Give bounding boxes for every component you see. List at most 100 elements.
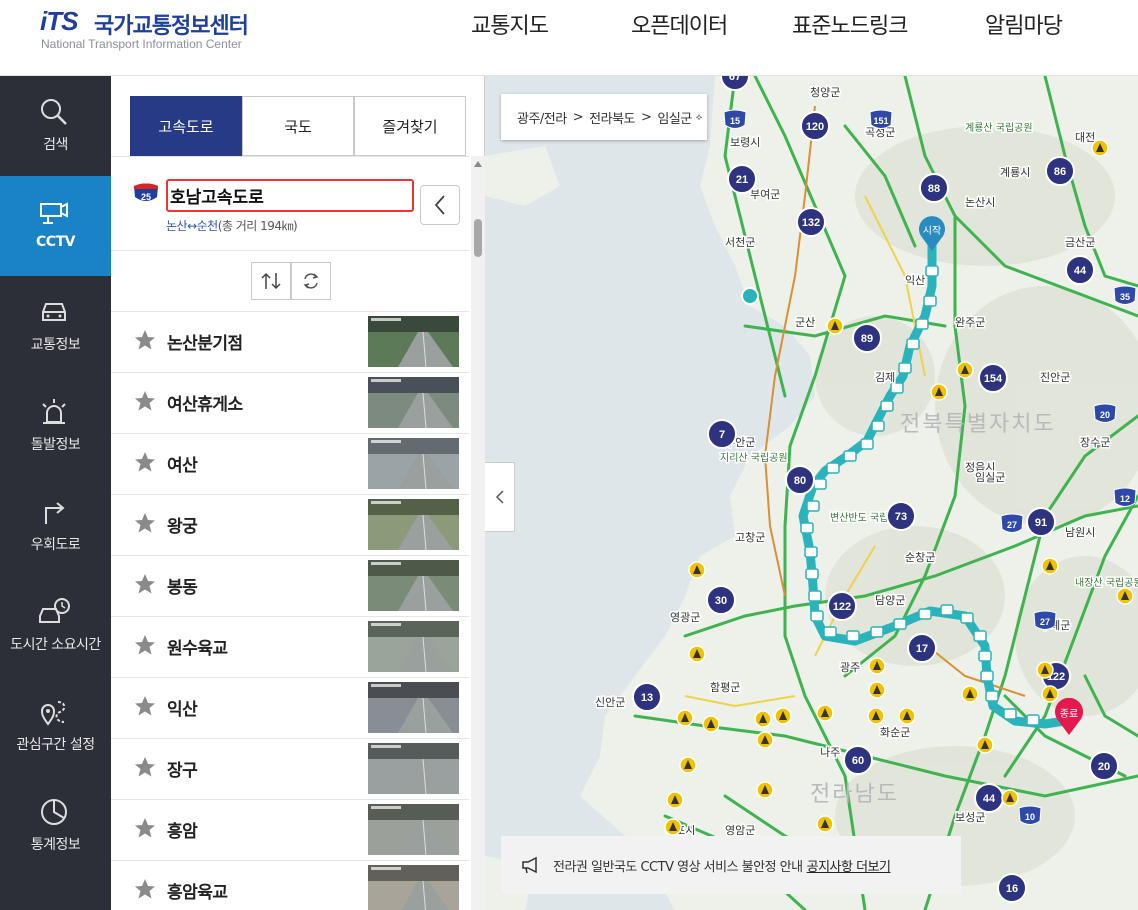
sidebar-item-travel-time[interactable]: 도시간 소요시간 <box>0 576 111 676</box>
start-marker[interactable]: 시작 <box>917 216 947 252</box>
breadcrumb-region[interactable]: 광주/전라 <box>517 108 567 127</box>
cctv-map-marker[interactable] <box>808 590 822 602</box>
scroll-thumb[interactable] <box>474 219 482 257</box>
national-road-badge: 21 <box>727 164 757 194</box>
sidebar-item-detour[interactable]: 우회도로 <box>0 476 111 576</box>
sidebar-item-traffic[interactable]: 교통정보 <box>0 276 111 376</box>
cctv-thumbnail[interactable] <box>368 560 459 611</box>
route-back-button[interactable] <box>420 185 460 225</box>
cctv-map-marker[interactable] <box>826 462 840 474</box>
favorite-star-icon[interactable] <box>134 573 156 595</box>
nav-notice[interactable]: 알림마당 <box>985 8 1063 40</box>
expressway-badge: 15 <box>723 109 747 129</box>
cctv-thumbnail[interactable] <box>368 438 459 489</box>
cctv-map-marker[interactable] <box>1003 708 1017 720</box>
tab-favorites[interactable]: 즐겨찾기 <box>354 96 466 156</box>
cctv-thumbnail[interactable] <box>368 804 459 855</box>
nav-traffic-map[interactable]: 교통지도 <box>471 8 549 40</box>
cctv-map-marker[interactable] <box>805 568 819 580</box>
cctv-thumbnail[interactable] <box>368 865 459 910</box>
tab-expressway[interactable]: 고속도로 <box>130 96 242 156</box>
cctv-map-marker[interactable] <box>918 608 932 620</box>
cctv-map-marker[interactable] <box>923 295 937 307</box>
cctv-map-marker[interactable] <box>806 500 820 512</box>
cctv-map-marker[interactable] <box>915 318 929 330</box>
favorite-star-icon[interactable] <box>134 756 156 778</box>
cctv-list-item[interactable]: 여산 <box>111 434 469 495</box>
cctv-list-item[interactable]: 흥암육교 <box>111 861 469 910</box>
city-label: 함평군 <box>710 681 740 694</box>
cctv-map-marker[interactable] <box>846 630 860 642</box>
cctv-list-item[interactable]: 논산분기점 <box>111 312 469 373</box>
cctv-map-marker[interactable] <box>810 610 824 622</box>
breadcrumb-county[interactable]: 임실군 <box>657 108 692 127</box>
cctv-list-item[interactable]: 익산 <box>111 678 469 739</box>
cctv-map-marker[interactable] <box>813 478 827 490</box>
sidebar-item-interest-section[interactable]: 관심구간 설정 <box>0 676 111 776</box>
favorite-star-icon[interactable] <box>134 329 156 351</box>
favorite-star-icon[interactable] <box>134 390 156 412</box>
cctv-map-marker[interactable] <box>973 630 987 642</box>
cctv-list-item[interactable]: 봉동 <box>111 556 469 617</box>
breadcrumb-expand-icon[interactable]: ⟡ <box>696 112 703 123</box>
map-breadcrumb[interactable]: 광주/전라 > 전라북도 > 임실군 ⟡ <box>501 94 707 140</box>
cctv-map-marker[interactable] <box>800 522 814 534</box>
cctv-map-marker[interactable] <box>925 265 939 277</box>
cctv-map-marker[interactable] <box>898 362 912 374</box>
cctv-list-item[interactable]: 장구 <box>111 739 469 800</box>
sidebar-item-search[interactable]: 검색 <box>0 76 111 176</box>
cctv-map-marker[interactable] <box>978 650 992 662</box>
end-marker[interactable]: 종료 <box>1053 698 1085 736</box>
favorite-star-icon[interactable] <box>134 512 156 534</box>
favorite-star-icon[interactable] <box>134 817 156 839</box>
cctv-map-marker[interactable] <box>860 438 874 450</box>
cctv-thumbnail[interactable] <box>368 316 459 367</box>
panel-scrollbar[interactable] <box>471 156 485 910</box>
panel-collapse-button[interactable] <box>485 462 515 532</box>
cctv-map-marker[interactable] <box>823 626 837 638</box>
nav-open-data[interactable]: 오픈데이터 <box>631 8 728 40</box>
cctv-thumbnail[interactable] <box>368 682 459 733</box>
cctv-map-marker[interactable] <box>1026 714 1040 726</box>
cctv-map-marker[interactable] <box>980 670 994 682</box>
notice-more-link[interactable]: 공지사항 더보기 <box>807 856 891 875</box>
cctv-map-marker[interactable] <box>870 626 884 638</box>
sidebar-item-cctv[interactable]: CCTV <box>0 176 111 276</box>
sidebar-item-statistics[interactable]: 통계정보 <box>0 776 111 876</box>
cctv-list-item[interactable]: 흥암 <box>111 800 469 861</box>
breadcrumb-province[interactable]: 전라북도 <box>589 108 635 127</box>
favorite-star-icon[interactable] <box>134 451 156 473</box>
cctv-map-marker[interactable] <box>960 612 974 624</box>
favorite-star-icon[interactable] <box>134 695 156 717</box>
cctv-thumbnail[interactable] <box>368 499 459 550</box>
cctv-thumbnail[interactable] <box>368 377 459 428</box>
cctv-map-marker[interactable] <box>880 400 894 412</box>
reverse-direction-button[interactable] <box>251 262 291 300</box>
expressway-badge: 35 <box>1113 285 1137 305</box>
city-label: 장수군 <box>1080 436 1110 449</box>
nav-standard-node-link[interactable]: 표준노드링크 <box>792 8 908 40</box>
cctv-map-marker[interactable] <box>871 420 885 432</box>
cctv-map-marker[interactable] <box>940 604 954 616</box>
favorite-star-icon[interactable] <box>134 634 156 656</box>
sidebar-item-incident[interactable]: 돌발정보 <box>0 376 111 476</box>
cctv-map-marker[interactable] <box>843 450 857 462</box>
traffic-map[interactable]: 전북특별자치도 전라남도 논산시 대전 계룡시 익산 완주군 김제 진안군 정읍시 장수군 임실군… <box>485 76 1138 910</box>
cctv-map-marker[interactable] <box>906 338 920 350</box>
cctv-map-marker[interactable] <box>741 287 759 305</box>
refresh-button[interactable] <box>291 262 331 300</box>
cctv-list-item[interactable]: 여산휴게소 <box>111 373 469 434</box>
cctv-map-marker[interactable] <box>804 546 818 558</box>
cctv-map-marker[interactable] <box>890 382 904 394</box>
cctv-list-item[interactable]: 원수육교 <box>111 617 469 678</box>
cctv-map-marker[interactable] <box>893 618 907 630</box>
scroll-up-arrow-icon[interactable] <box>474 161 482 167</box>
cctv-map-marker[interactable] <box>985 690 999 702</box>
favorite-star-icon[interactable] <box>134 878 156 900</box>
cctv-thumbnail[interactable] <box>368 621 459 672</box>
map-canvas[interactable]: 전북특별자치도 전라남도 논산시대전계룡시익산완주군김제 진안군정읍시장수군임실군… <box>485 76 1138 910</box>
tab-national-road[interactable]: 국도 <box>242 96 354 156</box>
cctv-thumbnail[interactable] <box>368 743 459 794</box>
cctv-list-item[interactable]: 왕궁 <box>111 495 469 556</box>
route-name-field[interactable]: 호남고속도로 <box>166 179 414 212</box>
